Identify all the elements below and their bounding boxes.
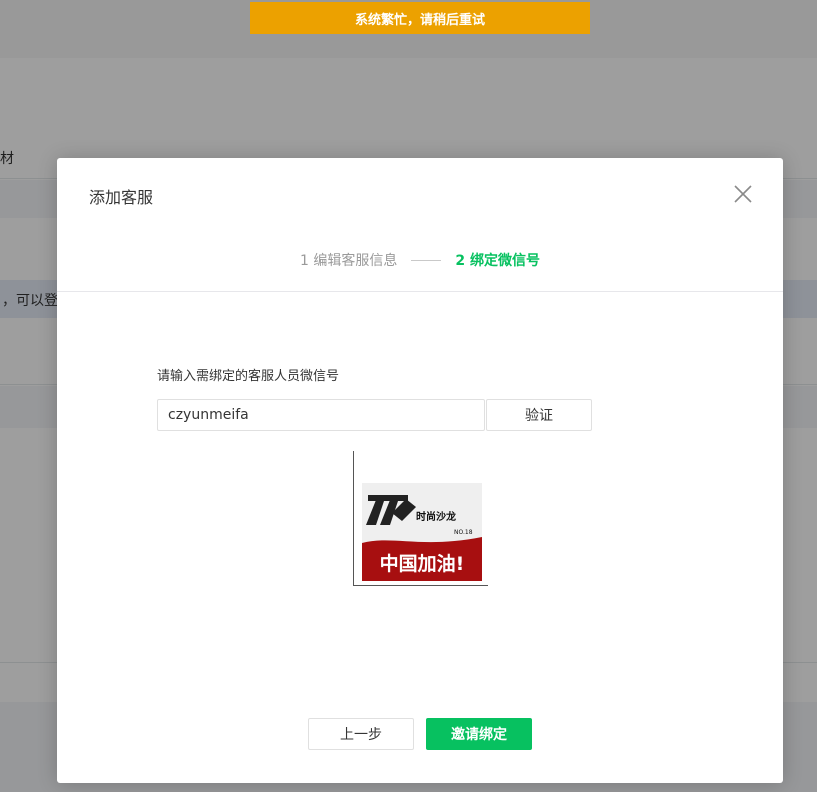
error-toast: 系统繁忙，请稍后重试 <box>250 2 590 34</box>
add-service-dialog: 添加客服 1 编辑客服信息 2 绑定微信号 请输入需绑定的客服人员微信号 验证 … <box>57 158 783 783</box>
step-separator <box>411 259 442 261</box>
wechat-id-input[interactable] <box>157 399 485 431</box>
dialog-divider <box>57 291 783 292</box>
toast-message: 系统繁忙，请稍后重试 <box>354 12 485 28</box>
avatar-image: 时尚沙龙 NO.18 中国加油! <box>362 483 482 581</box>
step-edit-info: 1 编辑客服信息 <box>300 253 398 269</box>
close-button[interactable] <box>727 178 759 210</box>
avatar: 时尚沙龙 NO.18 中国加油! <box>362 483 482 581</box>
wechat-id-label: 请输入需绑定的客服人员微信号 <box>157 369 340 384</box>
avatar-slogan-text: 中国加油! <box>380 552 465 575</box>
avatar-number-text: NO.18 <box>454 529 473 536</box>
step-bind-wechat: 2 绑定微信号 <box>455 253 540 269</box>
previous-step-button[interactable]: 上一步 <box>308 718 414 750</box>
invite-bind-button[interactable]: 邀请绑定 <box>426 718 532 750</box>
avatar-brand-text: 时尚沙龙 <box>416 510 456 523</box>
close-icon[interactable] <box>727 178 759 210</box>
dialog-title: 添加客服 <box>89 188 154 207</box>
verify-button[interactable]: 验证 <box>486 399 592 431</box>
step-indicator: 1 编辑客服信息 2 绑定微信号 <box>57 250 783 270</box>
